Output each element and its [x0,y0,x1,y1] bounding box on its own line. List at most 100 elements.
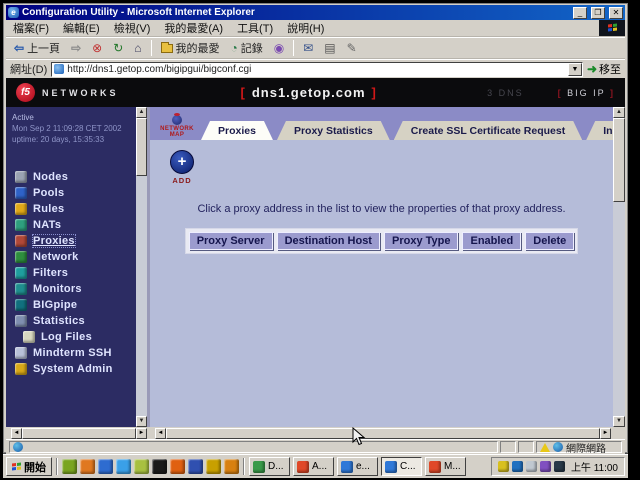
column-enabled[interactable]: Enabled [462,232,521,250]
refresh-button[interactable]: ↻ [108,41,128,55]
stop-button[interactable]: ⊗ [87,41,107,55]
horizontal-scrollbars: ◄ ► ◄ ► [6,427,625,439]
menu-favorites[interactable]: 我的最愛(A) [157,19,230,37]
scroll-left-icon[interactable]: ◄ [11,428,22,439]
main-vertical-scrollbar[interactable]: ▲ ▼ [613,107,625,427]
rules-icon [15,203,27,215]
task-button-4-active[interactable]: C... [381,457,422,476]
scroll-down-icon[interactable]: ▼ [136,416,147,427]
quicklaunch-icon-3[interactable] [98,459,113,474]
sidebar-item-statistics[interactable]: Statistics [6,313,136,329]
mouse-cursor [352,427,366,447]
task-button-2[interactable]: A... [293,457,334,476]
maximize-button[interactable]: ❐ [591,7,605,19]
tray-icon-5[interactable] [554,461,565,472]
menu-file[interactable]: 檔案(F) [6,19,56,37]
scrollbar-thumb[interactable] [136,118,147,176]
sidebar-horizontal-scrollbar[interactable]: ◄ ► [11,428,147,439]
main-horizontal-scrollbar[interactable]: ◄ ► [155,428,611,439]
scroll-up-icon[interactable]: ▲ [613,107,625,118]
scroll-up-icon[interactable]: ▲ [136,107,147,118]
sidebar-item-monitors[interactable]: Monitors [6,281,136,297]
network-map-button[interactable]: NETWORK MAP [153,115,201,138]
quicklaunch-icon-8[interactable] [188,459,203,474]
scroll-right-icon[interactable]: ► [600,428,611,439]
pools-icon [15,187,27,199]
scrollbar-track[interactable] [613,202,625,416]
sidebar-vertical-scrollbar[interactable]: ▲ ▼ [136,107,147,427]
task-button-5[interactable]: M... [425,457,466,476]
scrollbar-track[interactable] [136,176,147,416]
system-tray: 上午 11:00 [491,457,625,476]
task-button-3[interactable]: e... [337,457,378,476]
scroll-right-icon[interactable]: ► [136,428,147,439]
task-button-1[interactable]: D... [249,457,290,476]
sidebar-item-pools[interactable]: Pools [6,185,136,201]
favorites-button[interactable]: 我的最愛 [156,39,225,57]
menu-view[interactable]: 檢視(V) [107,19,158,37]
scroll-down-icon[interactable]: ▼ [613,416,625,427]
sidebar-item-bigpipe[interactable]: BIGpipe [6,297,136,313]
browser-window: e Configuration Utility - Microsoft Inte… [3,3,628,453]
close-button[interactable]: ✕ [609,7,623,19]
sidebar-item-log-files[interactable]: Log Files [6,329,136,345]
sidebar-item-proxies[interactable]: Proxies [6,233,136,249]
add-plus-icon[interactable]: + [170,150,194,174]
column-proxy-server[interactable]: Proxy Server [189,232,273,250]
column-proxy-type[interactable]: Proxy Type [384,232,459,250]
link-bigip[interactable]: [ BIG IP ] [558,88,615,98]
menu-tools[interactable]: 工具(T) [230,19,280,37]
sidebar-item-rules[interactable]: Rules [6,201,136,217]
go-button[interactable]: ➜ 移至 [587,61,621,77]
column-delete[interactable]: Delete [525,232,574,250]
task-buttons: D... A... e... C... M... [249,457,466,476]
address-input[interactable]: http://dns1.getop.com/bigipgui/bigconf.c… [51,62,583,77]
scroll-left-icon[interactable]: ◄ [155,428,166,439]
scrollbar-thumb[interactable] [22,428,136,439]
back-button[interactable]: ⇦上一頁 [9,39,65,57]
start-button[interactable]: 開始 [6,457,52,476]
menu-edit[interactable]: 編輯(E) [56,19,107,37]
quicklaunch-icon-5[interactable] [134,459,149,474]
quicklaunch-icon-10[interactable] [224,459,239,474]
media-button[interactable]: ◉ [269,41,289,55]
tab-create-ssl-certificate-request[interactable]: Create SSL Certificate Request [394,121,582,140]
quicklaunch-icon-7[interactable] [170,459,185,474]
quicklaunch-icon-6[interactable] [152,459,167,474]
filters-icon [15,267,27,279]
task-icon [429,461,441,473]
edit-button[interactable]: ✎ [342,41,362,55]
history-button[interactable]: ◔記錄 [226,39,268,57]
mail-button[interactable]: ✉ [298,41,318,55]
sidebar-item-system-admin[interactable]: System Admin [6,361,136,377]
sidebar-item-network[interactable]: Network [6,249,136,265]
print-button[interactable]: ▤ [319,41,340,55]
quicklaunch-icon-1[interactable] [62,459,77,474]
column-destination-host[interactable]: Destination Host [277,232,380,250]
minimize-button[interactable]: _ [573,7,587,19]
quicklaunch-icon-4[interactable] [116,459,131,474]
host-bracket-right: ] [372,85,377,100]
home-button[interactable]: ⌂ [129,41,146,55]
scrollbar-thumb[interactable] [166,428,600,439]
add-proxy-control[interactable]: + ADD [164,150,200,185]
link-3dns[interactable]: 3 DNS [487,88,524,98]
tray-icon-4[interactable] [540,461,551,472]
tray-icon-1[interactable] [498,461,509,472]
taskbar-divider [243,458,245,475]
sidebar-item-nats[interactable]: NATs [6,217,136,233]
menu-help[interactable]: 說明(H) [280,19,331,37]
sidebar-item-mindterm-ssh[interactable]: Mindterm SSH [6,345,136,361]
sidebar-item-nodes[interactable]: Nodes [6,169,136,185]
address-dropdown-button[interactable]: ▼ [568,63,582,76]
tab-proxies[interactable]: Proxies [201,121,273,140]
tray-icon-3[interactable] [526,461,537,472]
scrollbar-thumb[interactable] [613,118,625,202]
tab-proxy-statistics[interactable]: Proxy Statistics [277,121,390,140]
sidebar-item-filters[interactable]: Filters [6,265,136,281]
tab-install-ssl-certificate[interactable]: Install SSL Certifi [586,121,613,140]
quicklaunch-icon-2[interactable] [80,459,95,474]
quicklaunch-icon-9[interactable] [206,459,221,474]
forward-button[interactable]: ⇨ [66,41,86,55]
tray-icon-2[interactable] [512,461,523,472]
